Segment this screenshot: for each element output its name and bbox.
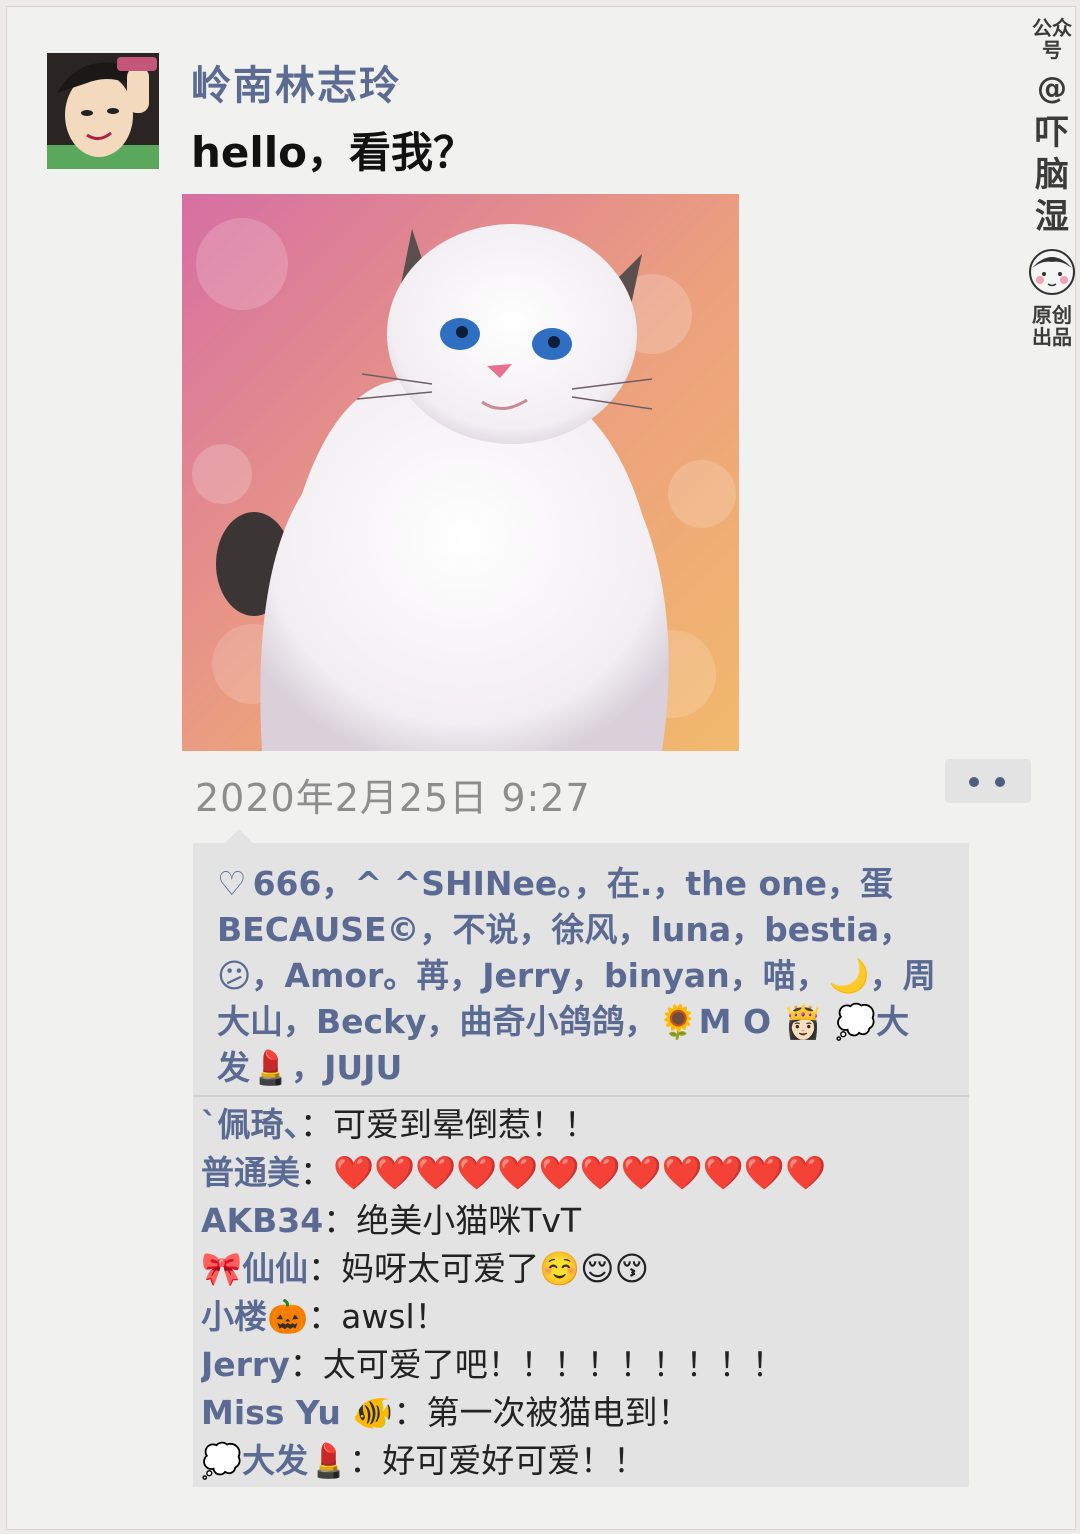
comment-row[interactable]: `佩琦、：可爱到晕倒惹！！ [201, 1101, 967, 1149]
cartoon-face-icon [1029, 249, 1075, 295]
author-name[interactable]: 岭南林志玲 [191, 53, 401, 111]
comment-text: 好可爱好可爱！！ [382, 1441, 647, 1480]
dot-icon [995, 777, 1005, 787]
comment-separator: ： [300, 1105, 333, 1144]
post-text: hello，看我？ [191, 128, 476, 177]
post-timestamp: 2020年2月25日 9:27 [195, 776, 591, 820]
comment-list: `佩琦、：可爱到晕倒惹！！ 普通美：❤️❤️❤️❤️❤️❤️❤️❤️❤️❤️❤️❤… [201, 1101, 967, 1485]
comment-row[interactable]: 🎀仙仙：妈呀太可爱了☺️😌😚 [201, 1245, 967, 1293]
comment-separator: ： [308, 1297, 342, 1336]
comment-row[interactable]: 💭大发💄：好可爱好可爱！！ [201, 1437, 967, 1485]
watermark-brand-1: 吓 [1035, 113, 1069, 153]
panel-arrow [225, 829, 253, 843]
comment-author[interactable]: 🎀仙仙 [201, 1249, 308, 1288]
comment-separator: ： [349, 1441, 383, 1480]
more-actions-button[interactable] [945, 759, 1031, 803]
heart-outline-icon: ♡ [217, 864, 247, 903]
watermark: 公众号 @ 吓 脑 湿 原创出品 [1025, 17, 1079, 348]
comment-separator: ： [300, 1153, 333, 1192]
watermark-top: 公众号 [1032, 16, 1072, 62]
comment-author[interactable]: Miss Yu 🐠 [201, 1393, 394, 1432]
dot-icon [969, 777, 979, 787]
comment-text: 第一次被猫电到！ [426, 1393, 691, 1432]
comment-text: 太可爱了吧！！！！！！！！！ [322, 1345, 785, 1384]
comment-row[interactable]: 普通美：❤️❤️❤️❤️❤️❤️❤️❤️❤️❤️❤️❤️ [201, 1149, 967, 1197]
likes-text: 666，^ ^SHINee。，在.，the one，蛋BECAUSE©，不说，徐… [217, 864, 936, 1087]
comment-author[interactable]: 普通美 [201, 1153, 300, 1192]
comment-row[interactable]: AKB34：绝美小猫咪TvT [201, 1197, 967, 1245]
comment-text: awsl！ [341, 1297, 448, 1336]
moments-page: 岭南林志玲 hello，看我？ 2020年2月25日 9:27 ♡ 666，^ … [6, 6, 1076, 1530]
comment-separator: ： [289, 1345, 323, 1384]
comment-author[interactable]: 💭大发💄 [201, 1441, 349, 1480]
comment-separator: ： [393, 1393, 427, 1432]
comment-separator: ： [323, 1201, 357, 1240]
likes-list[interactable]: ♡ 666，^ ^SHINee。，在.，the one，蛋BECAUSE©，不说，… [217, 861, 937, 1091]
divider [193, 1095, 969, 1097]
comment-author[interactable]: `佩琦、 [201, 1105, 300, 1144]
comment-text: 绝美小猫咪TvT [356, 1201, 582, 1240]
avatar-image [47, 53, 159, 169]
comment-row[interactable]: 小楼🎃：awsl！ [201, 1293, 967, 1341]
likes-comments-panel: ♡ 666，^ ^SHINee。，在.，the one，蛋BECAUSE©，不说，… [193, 843, 969, 1487]
comment-author[interactable]: 小楼🎃 [201, 1297, 308, 1336]
watermark-at: @ [1037, 71, 1067, 106]
comment-text: 妈呀太可爱了☺️😌😚 [341, 1249, 649, 1288]
watermark-brand-2: 脑 [1035, 155, 1069, 195]
cat-illustration [182, 194, 739, 751]
avatar[interactable] [47, 53, 159, 169]
comment-row[interactable]: Miss Yu 🐠：第一次被猫电到！ [201, 1389, 967, 1437]
comment-text: 可爱到晕倒惹！！ [333, 1105, 597, 1144]
watermark-brand-3: 湿 [1035, 197, 1069, 237]
comment-author[interactable]: AKB34 [201, 1201, 323, 1240]
watermark-bottom: 原创出品 [1032, 303, 1072, 349]
comment-author[interactable]: Jerry [201, 1345, 290, 1384]
comment-row[interactable]: Jerry：太可爱了吧！！！！！！！！！ [201, 1341, 967, 1389]
comment-separator: ： [308, 1249, 342, 1288]
comment-text: ❤️❤️❤️❤️❤️❤️❤️❤️❤️❤️❤️❤️ [333, 1153, 827, 1192]
post-photo[interactable] [182, 194, 739, 751]
